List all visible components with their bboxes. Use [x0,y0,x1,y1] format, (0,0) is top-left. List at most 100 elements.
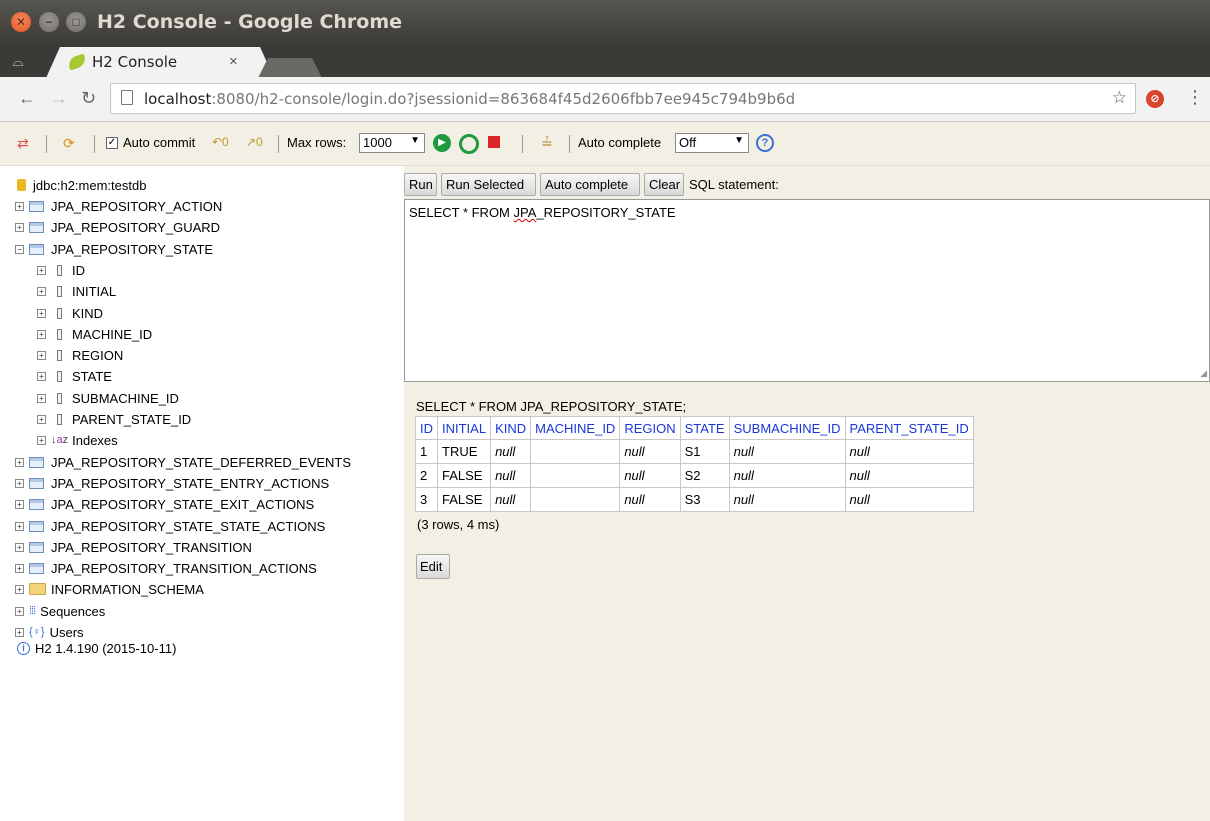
expand-icon[interactable]: + [15,478,24,488]
tree-item-column[interactable]: + MACHINE_ID [37,324,152,344]
expand-icon[interactable]: + [37,329,46,339]
tree-item-folder[interactable]: + INFORMATION_SCHEMA [15,579,204,599]
table-cell: null [844,439,974,464]
expand-icon[interactable]: + [15,584,24,594]
tree-item-table[interactable]: + JPA_REPOSITORY_STATE_ENTRY_ACTIONS [15,473,329,493]
auto-complete-button[interactable]: Auto complete [540,173,640,196]
expand-icon[interactable]: + [15,521,24,531]
tree-item-label: JPA_REPOSITORY_STATE_EXIT_ACTIONS [51,496,315,512]
expand-icon[interactable]: + [15,499,24,509]
info-icon: i [17,641,30,655]
expand-icon[interactable]: + [37,350,46,360]
clear-button[interactable]: Clear [644,173,684,196]
tree-item-column[interactable]: + ID [37,260,85,280]
window-maximize-button[interactable]: □ [66,12,86,32]
leaf-favicon-icon [66,53,88,71]
tree-item-indexes[interactable]: + ↓az Indexes [37,430,118,450]
chrome-menu-icon[interactable]: ⋮ [1186,87,1204,108]
expand-icon[interactable]: + [37,308,46,318]
expand-icon[interactable]: + [37,393,46,403]
expand-icon[interactable]: + [15,457,24,467]
tree-item-table[interactable]: + JPA_REPOSITORY_GUARD [15,217,220,237]
tree-item-column[interactable]: + SUBMACHINE_ID [37,388,179,408]
tree-item-table[interactable]: + JPA_REPOSITORY_TRANSITION [15,537,252,557]
table-icon [29,498,44,510]
sql-editor[interactable]: SELECT * FROM JPA_REPOSITORY_STATE ◢ [404,199,1210,382]
expand-icon[interactable]: + [15,542,24,552]
tab-h2-console[interactable]: H2 Console × [46,47,274,78]
expand-icon[interactable]: + [15,606,24,616]
column-header[interactable]: PARENT_STATE_ID [844,416,974,440]
help-icon[interactable]: ? [756,134,774,152]
expand-icon[interactable]: + [15,222,24,232]
tree-item-label: STATE [72,368,112,384]
expand-icon[interactable]: + [37,435,46,445]
run-button[interactable]: Run [404,173,437,196]
bookmark-star-icon[interactable]: ☆ [1112,88,1127,108]
window-close-button[interactable]: ✕ [11,12,31,32]
expand-icon[interactable]: + [37,286,46,296]
tree-item-column[interactable]: + PARENT_STATE_ID [37,409,191,429]
column-header[interactable]: KIND [490,416,532,440]
column-header[interactable]: INITIAL [436,416,492,440]
tree-item-table[interactable]: − JPA_REPOSITORY_STATE [15,239,213,259]
tree-item-column[interactable]: + REGION [37,345,123,365]
tree-item-table[interactable]: + JPA_REPOSITORY_STATE_EXIT_ACTIONS [15,494,314,514]
expand-icon[interactable]: + [37,371,46,381]
tree-item-sequences[interactable]: + ⁞⁞⁞ Sequences [15,601,105,621]
autocommit-checkbox[interactable]: ✓ [106,137,118,149]
run-selected-icon[interactable] [459,134,479,154]
tab-close-icon[interactable]: × [229,53,238,70]
column-icon [57,392,62,404]
tree-item-column[interactable]: + INITIAL [37,281,116,301]
tree-connection[interactable]: jdbc:h2:mem:testdb [17,175,146,195]
tree-item-column[interactable]: + STATE [37,366,112,386]
toolbar-divider [522,135,523,153]
tree-item-label: KIND [72,305,104,321]
tree-item-table[interactable]: + JPA_REPOSITORY_STATE_DEFERRED_EVENTS [15,452,351,472]
tree-version: i H2 1.4.190 (2015-10-11) [17,638,176,658]
forward-arrow-icon[interactable]: → [50,88,68,109]
table-row: 3 FALSE null null S3 null null [415,487,974,512]
url-input[interactable]: localhost:8080/h2-console/login.do?jsess… [110,83,1136,114]
history-icon[interactable]: ≟ [541,135,553,152]
collapse-icon[interactable]: − [15,244,24,254]
table-icon [29,200,44,212]
back-arrow-icon[interactable]: ← [18,88,36,109]
edit-button[interactable]: Edit [416,554,450,579]
extension-icon[interactable]: ⊘ [1146,90,1164,108]
column-header[interactable]: SUBMACHINE_ID [728,416,846,440]
table-cell: null [728,439,846,464]
window-minimize-button[interactable]: − [39,12,59,32]
column-header[interactable]: ID [415,416,438,440]
run-selected-button[interactable]: Run Selected [441,173,536,196]
tree-item-table[interactable]: + JPA_REPOSITORY_TRANSITION_ACTIONS [15,558,317,578]
column-header[interactable]: REGION [619,416,681,440]
commit-icon[interactable]: ↗0 [246,135,263,149]
table-cell [530,463,621,488]
tree-item-label: REGION [72,347,124,363]
maxrows-select[interactable]: 1000 ▼ [359,133,425,153]
column-header[interactable]: MACHINE_ID [530,416,621,440]
reload-icon[interactable]: ↻ [81,88,96,109]
resize-grip-icon[interactable]: ◢ [1200,368,1207,379]
tree-item-table[interactable]: + JPA_REPOSITORY_STATE_STATE_ACTIONS [15,516,325,536]
tree-item-column[interactable]: + KIND [37,303,103,323]
column-header[interactable]: STATE [679,416,730,440]
expand-icon[interactable]: + [15,627,24,637]
expand-icon[interactable]: + [37,414,46,424]
tree-item-table[interactable]: + JPA_REPOSITORY_ACTION [15,196,222,216]
address-bar: ← → ↻ localhost:8080/h2-console/login.do… [0,77,1210,122]
refresh-icon[interactable]: ⟳ [63,135,75,152]
expand-icon[interactable]: + [15,563,24,573]
rollback-icon[interactable]: ↶0 [212,135,229,149]
expand-icon[interactable]: + [37,265,46,275]
run-icon[interactable]: ▶ [433,134,451,152]
tree-item-label: Indexes [72,432,118,448]
autocomplete-select[interactable]: Off ▼ [675,133,749,153]
new-tab-button[interactable] [258,58,322,78]
sql-statement-label: SQL statement: [689,177,779,192]
expand-icon[interactable]: + [15,201,24,211]
stop-icon[interactable] [488,136,500,148]
disconnect-icon[interactable]: ⇄ [17,135,29,152]
